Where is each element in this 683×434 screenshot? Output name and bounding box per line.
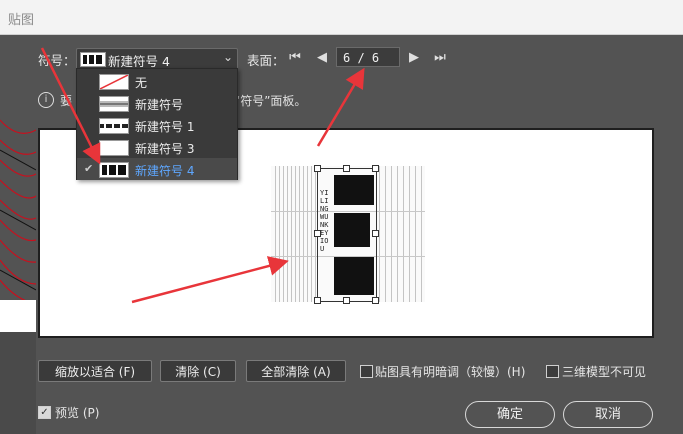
symbol-thumbnail [80,52,106,67]
symbol-thumbnail [99,96,129,112]
shade-artwork-checkbox[interactable] [360,365,373,378]
chevron-down-icon: ⌄ [222,50,233,64]
invisible-geometry-checkbox[interactable] [546,365,559,378]
resize-handle[interactable] [314,297,321,304]
scale-to-fit-button[interactable]: 缩放以适合 (F) [38,360,152,382]
invisible-geometry-label: 三维模型不可见 [562,365,647,379]
resize-handle[interactable] [372,297,379,304]
resize-handle[interactable] [343,297,350,304]
symbol-select[interactable]: 新建符号 4 ⌄ [76,48,238,70]
clear-button[interactable]: 清除 (C) [160,360,236,382]
info-icon: i [38,92,54,108]
info-text-start: 要 [60,94,73,108]
vertical-text: YILINGWUNKEYIOU [320,189,329,253]
selection-box[interactable]: YILINGWUNKEYIOU [317,168,377,302]
resize-handle[interactable] [314,230,321,237]
info-text-end: “符号”面板。 [234,94,307,108]
shade-artwork-label: 贴图具有明暗调（较慢）(H) [375,365,526,379]
symbol-thumbnail [99,118,129,134]
dropdown-item[interactable]: 新建符号 1 [77,114,237,136]
surface-label: 表面： [247,53,285,68]
symbol-thumbnail [99,162,129,178]
next-page-icon[interactable]: ▶ [406,49,422,67]
background-artwork [0,100,36,332]
dropdown-item[interactable]: 新建符号 [77,92,237,114]
preview-label: 预览 (P) [55,406,100,420]
symbol-dropdown: 无 新建符号 新建符号 1 新建符号 3 ✔ 新建符号 4 [76,68,238,180]
dropdown-item[interactable]: 无 [77,70,237,92]
resize-handle[interactable] [372,165,379,172]
ok-button[interactable]: 确定 [465,401,555,428]
preview-checkbox[interactable]: ✓ [38,406,51,419]
background-panel [0,332,36,434]
dropdown-item[interactable]: 新建符号 3 [77,136,237,158]
dialog-titlebar: 贴图 [0,0,683,35]
clear-all-button[interactable]: 全部清除 (A) [246,360,346,382]
resize-handle[interactable] [372,230,379,237]
previous-page-icon[interactable]: ◀ [314,49,330,67]
mapped-artwork[interactable]: YILINGWUNKEYIOU [271,165,425,304]
page-input[interactable]: 6 / 6 [336,47,400,67]
dropdown-item-selected[interactable]: ✔ 新建符号 4 [77,158,237,180]
symbol-label: 符号： [38,53,76,68]
dialog-title: 贴图 [8,13,35,28]
checkmark-icon: ✔ [84,162,94,175]
none-thumbnail [99,74,129,90]
cancel-button[interactable]: 取消 [563,401,653,428]
first-page-icon[interactable]: ⏮ [287,49,303,67]
resize-handle[interactable] [314,165,321,172]
resize-handle[interactable] [343,165,350,172]
symbol-thumbnail [99,140,129,156]
last-page-icon[interactable]: ⏭ [432,49,448,67]
